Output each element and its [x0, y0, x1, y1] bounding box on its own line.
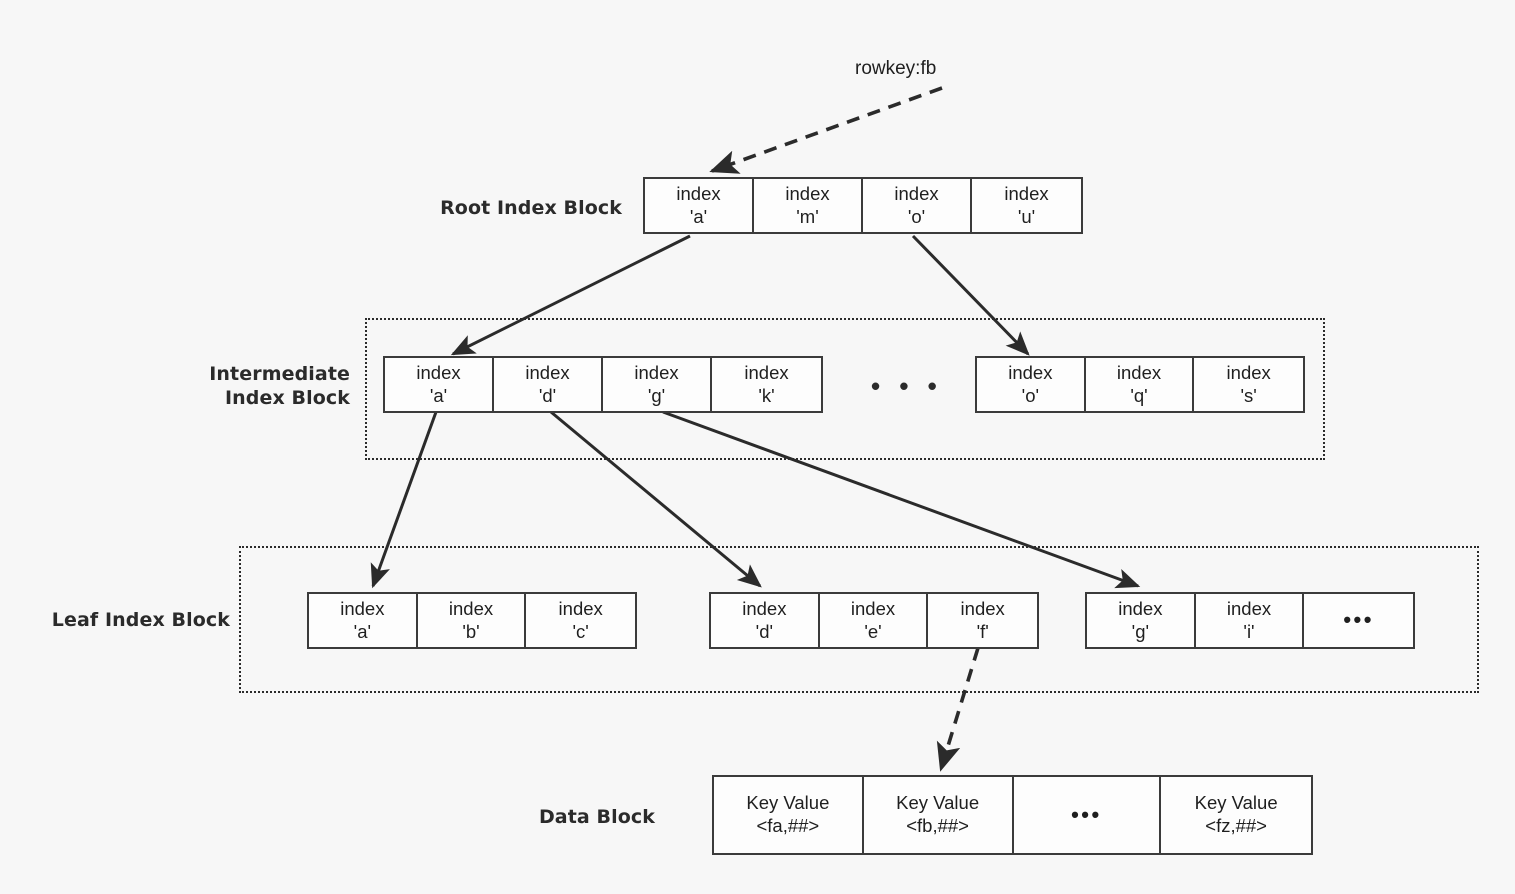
- leaf-cell[interactable]: index 'a': [309, 594, 418, 647]
- intermediate-cell[interactable]: index 'd': [494, 358, 603, 411]
- cell-line2: 'm': [796, 205, 819, 227]
- diagram-canvas: rowkey:fb Root Index Block index 'a' ind…: [0, 0, 1515, 894]
- row-label-data: Data Block: [538, 806, 655, 828]
- cell-line1: index: [1004, 182, 1049, 204]
- cell-line1: index: [1226, 361, 1271, 383]
- data-cell[interactable]: Key Value <fa,##>: [714, 777, 864, 853]
- cell-line2: 'd': [755, 620, 774, 642]
- intermediate-cell[interactable]: index 'k': [712, 358, 821, 411]
- intermediate-gap-ellipsis: • • •: [871, 371, 943, 401]
- cell-line1: index: [1116, 361, 1162, 383]
- cell-line2: 'b': [462, 620, 480, 642]
- cell-line2: 'e': [864, 620, 882, 642]
- cell-line2: 'a': [429, 384, 448, 406]
- rowkey-note: rowkey:fb: [855, 58, 937, 79]
- root-cell[interactable]: index 'm': [754, 179, 863, 232]
- cell-line2: 'q': [1130, 384, 1148, 406]
- cell-line2: 's': [1240, 384, 1257, 406]
- cell-line2: <fb,##>: [906, 815, 969, 836]
- cell-line2: 'o': [907, 205, 926, 227]
- leaf-group-b: index 'd' index 'e' index 'f': [709, 592, 1039, 649]
- intermediate-cell[interactable]: index 'o': [977, 358, 1086, 411]
- cell-line2: 'c': [572, 620, 589, 642]
- leaf-cell[interactable]: index 'i': [1195, 594, 1305, 647]
- cell-line1: index: [416, 361, 461, 383]
- cell-line1: index: [340, 597, 385, 619]
- row-label-leaf: Leaf Index Block: [51, 609, 230, 631]
- root-cell[interactable]: index 'o': [863, 179, 972, 232]
- leaf-cell[interactable]: index 'f': [928, 594, 1037, 647]
- cell-line1: Key Value: [896, 792, 980, 814]
- row-label-intermediate: Intermediate Index Block: [209, 363, 350, 410]
- leaf-group-a: index 'a' index 'b' index 'c': [307, 592, 637, 649]
- cell-line2: 'a': [353, 620, 372, 642]
- cell-line1: index: [634, 361, 679, 383]
- leaf-cell[interactable]: index 'd': [711, 594, 820, 647]
- cell-line1: index: [525, 361, 570, 383]
- cell-line2: 'd': [538, 384, 557, 406]
- cell-line1: •••: [1343, 607, 1374, 633]
- edge-rowkey-to-root: [709, 86, 943, 174]
- cell-line1: index: [894, 182, 939, 204]
- intermediate-cell[interactable]: index 'a': [385, 358, 494, 411]
- cell-line2: 'g': [1131, 620, 1150, 642]
- cell-line2: 'u': [1017, 205, 1036, 227]
- data-block: Key Value <fa,##> Key Value <fb,##> ••• …: [712, 775, 1313, 855]
- root-index-block: index 'a' index 'm' index 'o' index 'u': [643, 177, 1083, 234]
- data-cell[interactable]: Key Value <fb,##>: [863, 777, 1014, 853]
- cell-line1: •••: [1071, 801, 1102, 827]
- cell-line1: index: [1118, 597, 1163, 619]
- intermediate-cell[interactable]: index 'q': [1085, 358, 1195, 411]
- cell-line2: 'k': [758, 384, 775, 406]
- root-cell[interactable]: index 'u': [972, 179, 1081, 232]
- cell-line2: <fa,##>: [756, 815, 820, 836]
- intermediate-cell[interactable]: index 'g': [603, 358, 712, 411]
- cell-line1: index: [850, 597, 896, 619]
- cell-line1: Key Value: [746, 792, 830, 814]
- data-cell[interactable]: Key Value <fz,##>: [1161, 777, 1311, 853]
- cell-line1: index: [742, 597, 787, 619]
- cell-line2: 'o': [1021, 384, 1040, 406]
- cell-line2: 'g': [647, 384, 666, 406]
- cell-line2: 'a': [689, 205, 708, 227]
- leaf-cell[interactable]: index 'g': [1087, 594, 1196, 647]
- cell-line1: index: [1226, 597, 1272, 619]
- leaf-cell-ellipsis: •••: [1304, 594, 1413, 647]
- cell-line1: index: [558, 597, 603, 619]
- leaf-cell[interactable]: index 'e': [819, 594, 929, 647]
- intermediate-group-a: index 'a' index 'd' index 'g' index 'k': [383, 356, 823, 413]
- cell-line2: 'i': [1243, 620, 1255, 642]
- cell-line1: index: [448, 597, 494, 619]
- cell-line1: index: [960, 597, 1005, 619]
- intermediate-cell[interactable]: index 's': [1194, 358, 1303, 411]
- leaf-cell[interactable]: index 'c': [526, 594, 635, 647]
- leaf-group-c: index 'g' index 'i' •••: [1085, 592, 1415, 649]
- cell-line2: <fz,##>: [1205, 815, 1267, 836]
- root-cell[interactable]: index 'a': [645, 179, 754, 232]
- leaf-cell[interactable]: index 'b': [417, 594, 527, 647]
- cell-line2: 'f': [976, 620, 989, 642]
- cell-line1: index: [1008, 361, 1053, 383]
- row-label-root: Root Index Block: [440, 197, 622, 219]
- cell-line1: index: [744, 361, 789, 383]
- cell-line1: index: [676, 182, 721, 204]
- intermediate-group-b: index 'o' index 'q' index 's': [975, 356, 1305, 413]
- cell-line1: index: [785, 182, 830, 204]
- data-cell-ellipsis: •••: [1013, 777, 1162, 853]
- cell-line1: Key Value: [1194, 792, 1278, 814]
